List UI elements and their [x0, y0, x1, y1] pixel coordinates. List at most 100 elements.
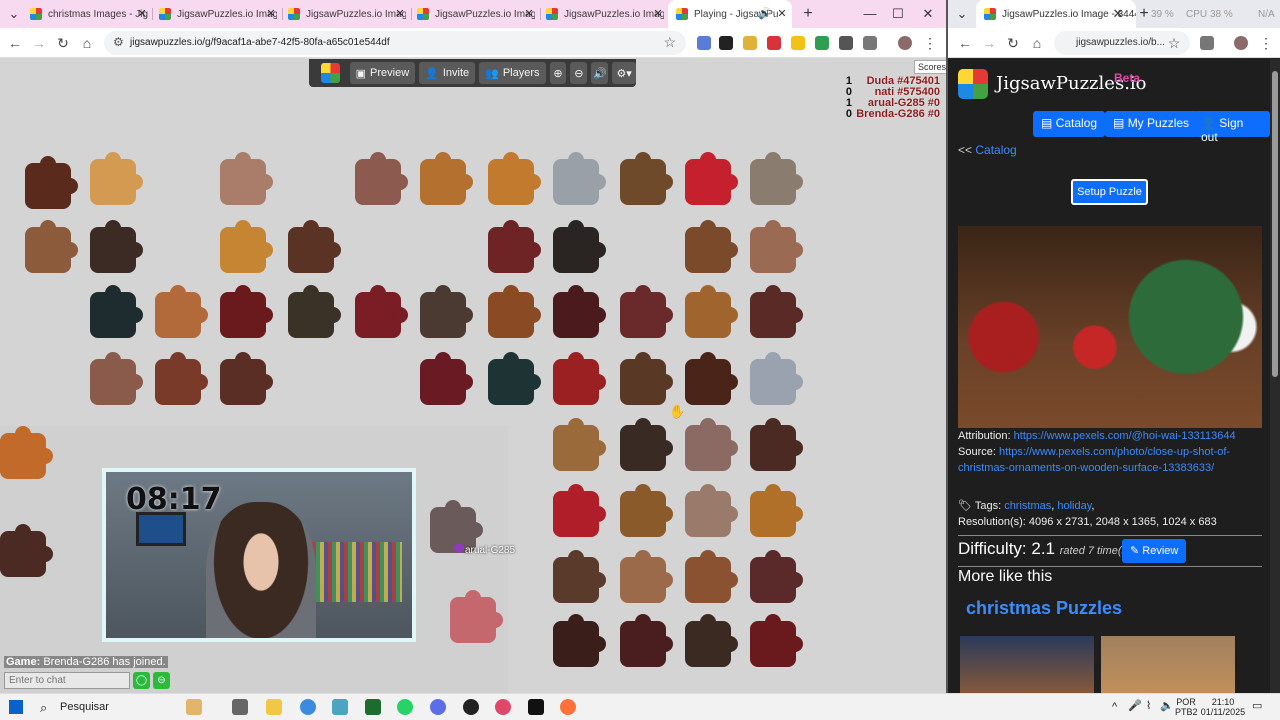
puzzle-piece[interactable]: [750, 220, 803, 273]
puzzle-piece[interactable]: [420, 285, 473, 338]
sign-out-button[interactable]: 👤 Sign out: [1193, 111, 1270, 144]
volume-icon[interactable]: 🔈: [1160, 701, 1174, 712]
home-icon[interactable]: ⌂: [77, 33, 97, 53]
puzzle-piece[interactable]: [553, 220, 606, 273]
puzzle-piece[interactable]: [685, 418, 738, 471]
site-info-icon[interactable]: ⚙: [113, 35, 124, 49]
puzzle-piece[interactable]: [220, 285, 273, 338]
puzzle-piece[interactable]: [750, 484, 803, 537]
puzzle-piece[interactable]: [685, 550, 738, 603]
extension-icon[interactable]: [719, 36, 733, 50]
close-tab-icon[interactable]: ✕: [1108, 4, 1128, 24]
puzzle-piece[interactable]: [750, 152, 803, 205]
language-indicator[interactable]: POR PTB2: [1175, 697, 1198, 717]
extensions-puzzle-icon[interactable]: [863, 36, 877, 50]
back-icon[interactable]: ←: [955, 33, 975, 53]
puzzle-piece[interactable]: [553, 152, 606, 205]
close-tab-icon[interactable]: ✕: [652, 8, 664, 20]
puzzle-piece[interactable]: [420, 352, 473, 405]
tray-chevron-icon[interactable]: ^: [1112, 702, 1117, 713]
players-button[interactable]: 👥 Players: [479, 62, 546, 84]
puzzle-piece[interactable]: [25, 220, 78, 273]
search-highlight-icon[interactable]: [186, 699, 202, 715]
puzzle-piece[interactable]: [220, 152, 273, 205]
tab-playing-active[interactable]: Playing - JigsawPu 🔊 ✕: [668, 0, 792, 28]
puzzle-piece[interactable]: [488, 352, 541, 405]
puzzle-piece[interactable]: [685, 152, 738, 205]
tab-jigsaw-image-1[interactable]: JigsawPuzzles.io Image ✕: [159, 0, 277, 28]
puzzle-piece[interactable]: [620, 418, 673, 471]
puzzle-piece[interactable]: [685, 285, 738, 338]
forward-icon[interactable]: →: [979, 33, 999, 53]
preview-button[interactable]: ▣ Preview: [349, 62, 416, 84]
new-tab-button[interactable]: +: [798, 4, 818, 24]
settings-gear-icon[interactable]: ⚙▾: [612, 62, 636, 84]
browser-menu-icon[interactable]: ⋮: [1256, 33, 1276, 53]
back-icon[interactable]: ←: [5, 33, 25, 53]
puzzle-piece[interactable]: [685, 484, 738, 537]
extension-icon[interactable]: [839, 36, 853, 50]
forward-icon[interactable]: →: [29, 33, 49, 53]
invite-button[interactable]: 👤 Invite: [419, 62, 476, 84]
scrollbar-thumb[interactable]: [1272, 71, 1278, 377]
puzzle-piece[interactable]: [620, 484, 673, 537]
source-link[interactable]: https://www.pexels.com/photo/close-up-sh…: [958, 446, 1230, 474]
jigsaw-logo-icon[interactable]: [321, 63, 340, 83]
extension-icon[interactable]: [743, 36, 757, 50]
close-tab-icon[interactable]: ✕: [265, 8, 277, 20]
extension-icon[interactable]: [815, 36, 829, 50]
puzzle-piece[interactable]: [620, 614, 673, 667]
puzzle-piece[interactable]: [553, 418, 606, 471]
opera-icon[interactable]: [495, 699, 511, 715]
task-view-icon[interactable]: [232, 699, 248, 715]
tab-jigsaw-image-2[interactable]: JigsawPuzzles.io Image ✕: [288, 0, 406, 28]
zoom-out-icon[interactable]: ⊖: [570, 62, 588, 84]
chat-input[interactable]: [4, 672, 130, 689]
my-puzzles-nav-button[interactable]: ▤ My Puzzles: [1105, 111, 1198, 137]
close-window-button[interactable]: ✕: [918, 4, 938, 24]
puzzle-piece[interactable]: [355, 152, 408, 205]
reload-icon[interactable]: ↻: [53, 33, 73, 53]
puzzle-piece[interactable]: [288, 285, 341, 338]
speaker-icon[interactable]: 🔊: [758, 7, 772, 20]
puzzle-piece[interactable]: [750, 352, 803, 405]
category-title-link[interactable]: christmas Puzzles: [966, 598, 1122, 619]
windows-start-icon[interactable]: [9, 700, 23, 714]
app-icon[interactable]: [430, 699, 446, 715]
puzzle-piece[interactable]: [90, 152, 143, 205]
puzzle-piece[interactable]: [620, 550, 673, 603]
puzzle-piece[interactable]: [553, 550, 606, 603]
extension-icon[interactable]: [697, 36, 711, 50]
puzzle-piece[interactable]: [620, 152, 673, 205]
puzzle-piece[interactable]: [553, 285, 606, 338]
notion-icon[interactable]: [528, 699, 544, 715]
maximize-button[interactable]: ☐: [888, 4, 908, 24]
volume-icon[interactable]: 🔊: [591, 62, 609, 84]
close-tab-icon[interactable]: ✕: [136, 8, 148, 20]
puzzle-piece[interactable]: [0, 426, 53, 479]
app-icon[interactable]: [332, 699, 348, 715]
puzzle-preview-image[interactable]: [958, 226, 1262, 428]
profile-avatar[interactable]: [1234, 36, 1248, 50]
puzzle-piece[interactable]: [450, 590, 503, 643]
puzzle-piece[interactable]: [685, 352, 738, 405]
attribution-link[interactable]: https://www.pexels.com/@hoi-wai-13311364…: [1014, 430, 1236, 442]
bookmark-star-icon[interactable]: ☆: [663, 34, 676, 51]
whatsapp-icon[interactable]: [397, 699, 413, 715]
review-button[interactable]: ✎ Review: [1122, 539, 1187, 563]
site-logo-icon[interactable]: [958, 69, 988, 99]
extension-icon[interactable]: [767, 36, 781, 50]
tab-christmas-images[interactable]: christmas Images - Jig ✕: [30, 0, 148, 28]
reload-icon[interactable]: ↻: [1003, 33, 1023, 53]
chrome-icon[interactable]: [300, 699, 316, 715]
puzzle-piece[interactable]: [750, 614, 803, 667]
puzzle-piece[interactable]: [90, 220, 143, 273]
related-puzzle-thumbnail[interactable]: [1101, 636, 1235, 693]
home-icon[interactable]: ⌂: [1027, 33, 1047, 53]
tag-holiday-link[interactable]: holiday: [1057, 500, 1091, 512]
close-tab-icon[interactable]: ✕: [394, 8, 406, 20]
tab-search-icon[interactable]: ⌄: [4, 4, 24, 24]
puzzle-piece[interactable]: [155, 285, 208, 338]
puzzle-canvas[interactable]: ▣ Preview 👤 Invite 👥 Players ⊕ ⊖ 🔊 ⚙▾ Score…: [0, 59, 946, 693]
profile-avatar[interactable]: [898, 36, 912, 50]
